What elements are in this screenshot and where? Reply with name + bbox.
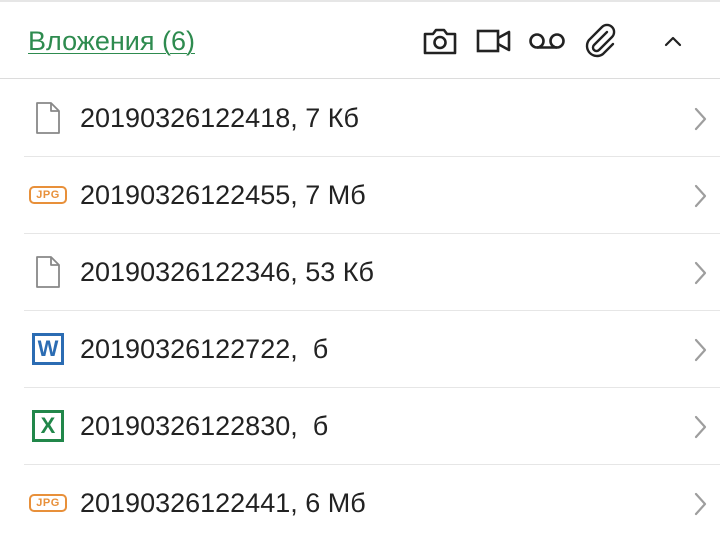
attachment-name: 20190326122418, 7 Кб — [80, 103, 359, 133]
chevron-right-icon — [694, 184, 707, 208]
paperclip-icon — [585, 23, 616, 58]
chevron-right-icon — [694, 261, 707, 285]
video-camera-icon — [476, 29, 511, 53]
attachment-name: 20190326122346, 53 Кб — [80, 257, 374, 287]
attachments-title[interactable]: Вложения (6) — [28, 26, 195, 57]
attachment-row[interactable]: 20190326122346, 53 Кб — [0, 234, 720, 311]
attach-file-button[interactable] — [581, 22, 619, 60]
chevron-right-icon — [694, 338, 707, 362]
attachment-name: 20190326122441, 6 Мб — [80, 488, 366, 518]
voice-record-button[interactable] — [528, 22, 566, 60]
excel-badge: X — [32, 410, 64, 442]
chevron-right-icon — [694, 492, 707, 516]
jpg-badge: JPG — [29, 186, 67, 204]
word-badge: W — [32, 333, 64, 365]
chevron-right-icon — [694, 415, 707, 439]
jpg-icon: JPG — [26, 485, 70, 521]
video-button[interactable] — [475, 22, 513, 60]
attachment-row[interactable]: X 20190326122830, б — [0, 388, 720, 465]
attachment-row[interactable]: 20190326122418, 7 Кб — [0, 80, 720, 157]
voicemail-icon — [529, 33, 565, 49]
attachments-list: 20190326122418, 7 Кб JPG 20190326122455,… — [0, 80, 720, 542]
document-icon — [26, 254, 70, 290]
attachment-row[interactable]: JPG 20190326122441, 6 Мб — [0, 465, 720, 542]
chevron-up-icon — [664, 36, 682, 47]
document-icon — [26, 100, 70, 136]
attachment-name: 20190326122722, б — [80, 334, 329, 364]
jpg-icon: JPG — [26, 177, 70, 213]
excel-icon: X — [26, 408, 70, 444]
attachment-name: 20190326122455, 7 Мб — [80, 180, 366, 210]
chevron-right-icon — [694, 107, 707, 131]
attachment-name: 20190326122830, б — [80, 411, 329, 441]
word-icon: W — [26, 331, 70, 367]
attachment-row[interactable]: W 20190326122722, б — [0, 311, 720, 388]
jpg-badge: JPG — [29, 494, 67, 512]
camera-icon — [423, 28, 457, 55]
camera-button[interactable] — [421, 22, 459, 60]
attachments-header: Вложения (6) — [0, 2, 720, 79]
collapse-button[interactable] — [654, 22, 692, 60]
attachment-row[interactable]: JPG 20190326122455, 7 Мб — [0, 157, 720, 234]
